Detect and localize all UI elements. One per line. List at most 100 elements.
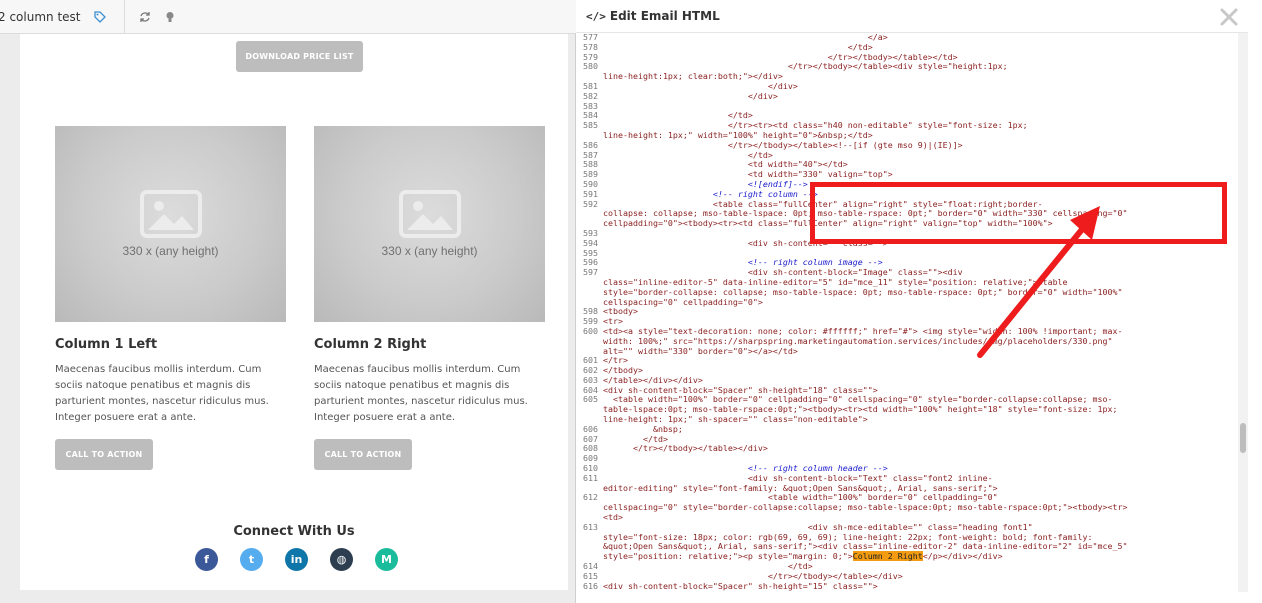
code-text: <div sh-content-block="Image" class=""><… xyxy=(603,267,963,278)
code-line[interactable]: 582 </div> xyxy=(576,90,1236,102)
code-text: <td width="40"></td> xyxy=(603,159,848,170)
line-number: 597 xyxy=(583,267,598,278)
line-number: 580 xyxy=(583,61,598,72)
line-number: 605 xyxy=(583,394,598,405)
globe-icon[interactable]: ◍ xyxy=(330,548,353,571)
code-text: cellspacing="0" style="border-collapse:c… xyxy=(603,502,1128,513)
search-highlight: Column 2 Right xyxy=(852,551,923,562)
code-text: </a> xyxy=(603,32,888,42)
code-line[interactable]: 598 <tbody> xyxy=(576,306,1236,317)
column-2-heading[interactable]: Column 2 Right xyxy=(314,337,426,352)
code-text: </tbody> xyxy=(603,365,643,376)
column-1-body[interactable]: Maecenas faucibus mollis interdum. Cum s… xyxy=(55,362,287,426)
red-arrow-icon xyxy=(977,206,1100,358)
code-text: &quot;Open Sans&quot;, Arial, sans-serif… xyxy=(603,541,1128,552)
line-number: 585 xyxy=(583,120,598,131)
code-line[interactable]: cellspacing="0" cellpadding="0"> xyxy=(576,296,1236,308)
editor-scrollbar[interactable] xyxy=(1238,33,1248,592)
code-text: </tr></tbody></table></div> xyxy=(603,443,768,454)
code-text: <table width="100%" border="0" cellpaddi… xyxy=(603,394,1113,405)
image-caption: 330 x (any height) xyxy=(122,244,219,258)
code-text: </td> xyxy=(603,41,873,52)
tag-icon[interactable] xyxy=(94,10,107,23)
column-1-cta-button[interactable]: CALL TO ACTION xyxy=(55,439,153,470)
code-text: style="font-size: 18px; color: rgb(69, 6… xyxy=(603,531,1093,542)
code-text: <div sh-mce-editable="" class="heading f… xyxy=(603,521,1033,532)
code-lines: 577 </a> 578 </td> 579 </tr></tbody></tabl… xyxy=(576,33,1236,591)
code-text: </tr><tr><td class="h40 non-editable" st… xyxy=(603,120,1028,131)
code-text: <!-- right column --> xyxy=(603,188,818,199)
code-text: line-height:1px; clear:both;"></div> xyxy=(603,71,783,82)
code-text: <tbody> xyxy=(603,306,638,317)
code-icon: </> xyxy=(586,9,606,23)
download-price-list-button[interactable]: DOWNLOAD PRICE LIST xyxy=(236,41,363,72)
scrollbar-thumb[interactable] xyxy=(1240,423,1246,453)
code-text: <!-- right column header --> xyxy=(603,463,888,474)
code-text-after: </p></div></div> xyxy=(922,551,1003,562)
column-2-body[interactable]: Maecenas faucibus mollis interdum. Cum s… xyxy=(314,362,546,426)
code-text: <![endif]--> xyxy=(603,178,808,189)
email-preview-panel: 2 column test DOWNLOAD PRICE LIST 330 x … xyxy=(0,0,576,603)
code-text: <td width="330" valign="top"> xyxy=(603,169,893,180)
code-text: </tr></tbody></table><!--[if (gte mso 9)… xyxy=(603,139,963,150)
twitter-icon[interactable]: t xyxy=(240,548,263,571)
image-placeholder-icon xyxy=(139,190,202,238)
code-line[interactable]: 601 </tr> xyxy=(576,355,1236,366)
preview-toolbar: 2 column test xyxy=(0,0,576,34)
code-text: line-height: 1px;" width="100%" height="… xyxy=(603,129,873,140)
editor-title: Edit Email HTML xyxy=(609,9,720,23)
column-2-image[interactable]: 330 x (any height) xyxy=(314,126,545,322)
email-canvas: DOWNLOAD PRICE LIST 330 x (any height) 3… xyxy=(20,34,568,590)
code-line[interactable]: 616 <div sh-content-block="Spacer" sh-hei… xyxy=(576,580,1236,592)
line-number: 613 xyxy=(583,521,598,532)
toolbar-divider xyxy=(124,0,126,34)
email-title: 2 column test xyxy=(0,9,81,24)
code-text: </div> xyxy=(603,90,778,101)
image-placeholder-icon xyxy=(398,190,461,238)
refresh-icon[interactable] xyxy=(139,11,151,23)
code-text: <tr> xyxy=(603,316,623,327)
line-number: 611 xyxy=(583,472,598,483)
facebook-icon[interactable]: f xyxy=(195,548,218,571)
column-1-image[interactable]: 330 x (any height) xyxy=(55,126,286,322)
code-line[interactable]: alt="" width="330" border="0"></a></td> xyxy=(576,345,1236,357)
linkedin-icon[interactable]: in xyxy=(285,548,308,571)
code-text: <div sh-content-block="Text" class="font… xyxy=(603,472,993,483)
code-text: line-height: 1px;" sh-spacer="" class="n… xyxy=(603,414,868,425)
m-icon[interactable]: M xyxy=(375,548,398,571)
code-text: </div> xyxy=(603,80,798,91)
code-text: <table width="100%" border="0" cellpaddi… xyxy=(603,492,998,503)
code-text: &nbsp; xyxy=(603,423,683,434)
code-text: </tr></tbody></table></div> xyxy=(603,570,903,581)
image-caption: 330 x (any height) xyxy=(381,244,478,258)
code-text: <div sh-content-block="Spacer" sh-height… xyxy=(603,580,878,591)
code-text: editor-editing" style="font-family: &quo… xyxy=(603,482,998,493)
code-text: </td> xyxy=(603,110,753,121)
line-number: 612 xyxy=(583,492,598,503)
editor-header: </> Edit Email HTML xyxy=(576,0,1250,32)
code-text: table-lspace:0pt; mso-table-rspace:0pt;"… xyxy=(603,404,1118,415)
connect-heading: Connect With Us xyxy=(233,524,355,539)
code-line[interactable]: 606 &nbsp; xyxy=(576,423,1236,435)
code-text: <div sh-content-block="Spacer" sh-height… xyxy=(603,384,878,395)
code-text: <!-- right column image --> xyxy=(603,257,883,268)
code-text: <td> xyxy=(603,512,623,523)
code-text: </tr> xyxy=(603,355,628,366)
code-editor[interactable]: 577 </a> 578 </td> 579 </tr></tbody></tabl… xyxy=(576,32,1248,592)
code-text: </tr></tbody></table><div style="height:… xyxy=(603,61,1008,72)
code-line[interactable]: 608 </tr></tbody></table></div> xyxy=(576,444,1236,454)
column-1-heading[interactable]: Column 1 Left xyxy=(55,337,157,352)
close-icon[interactable] xyxy=(1219,7,1239,27)
code-text: </td> xyxy=(603,149,773,160)
column-2-cta-button[interactable]: CALL TO ACTION xyxy=(314,439,412,470)
code-text: alt="" width="330" border="0"></a></td> xyxy=(603,345,798,356)
line-number: 600 xyxy=(583,325,598,336)
code-text: </tr></tbody></table></td> xyxy=(603,51,958,62)
code-text: style="position: relative;"><p style="ma… xyxy=(603,551,853,562)
line-number: 592 xyxy=(583,198,598,209)
code-text: </td> xyxy=(603,433,668,444)
code-text: </table></div></div> xyxy=(603,374,703,385)
code-text: cellspacing="0" cellpadding="0"> xyxy=(603,296,763,307)
lightbulb-icon[interactable] xyxy=(165,11,175,23)
code-line[interactable]: cellspacing="0" style="border-collapse:c… xyxy=(576,502,1236,513)
